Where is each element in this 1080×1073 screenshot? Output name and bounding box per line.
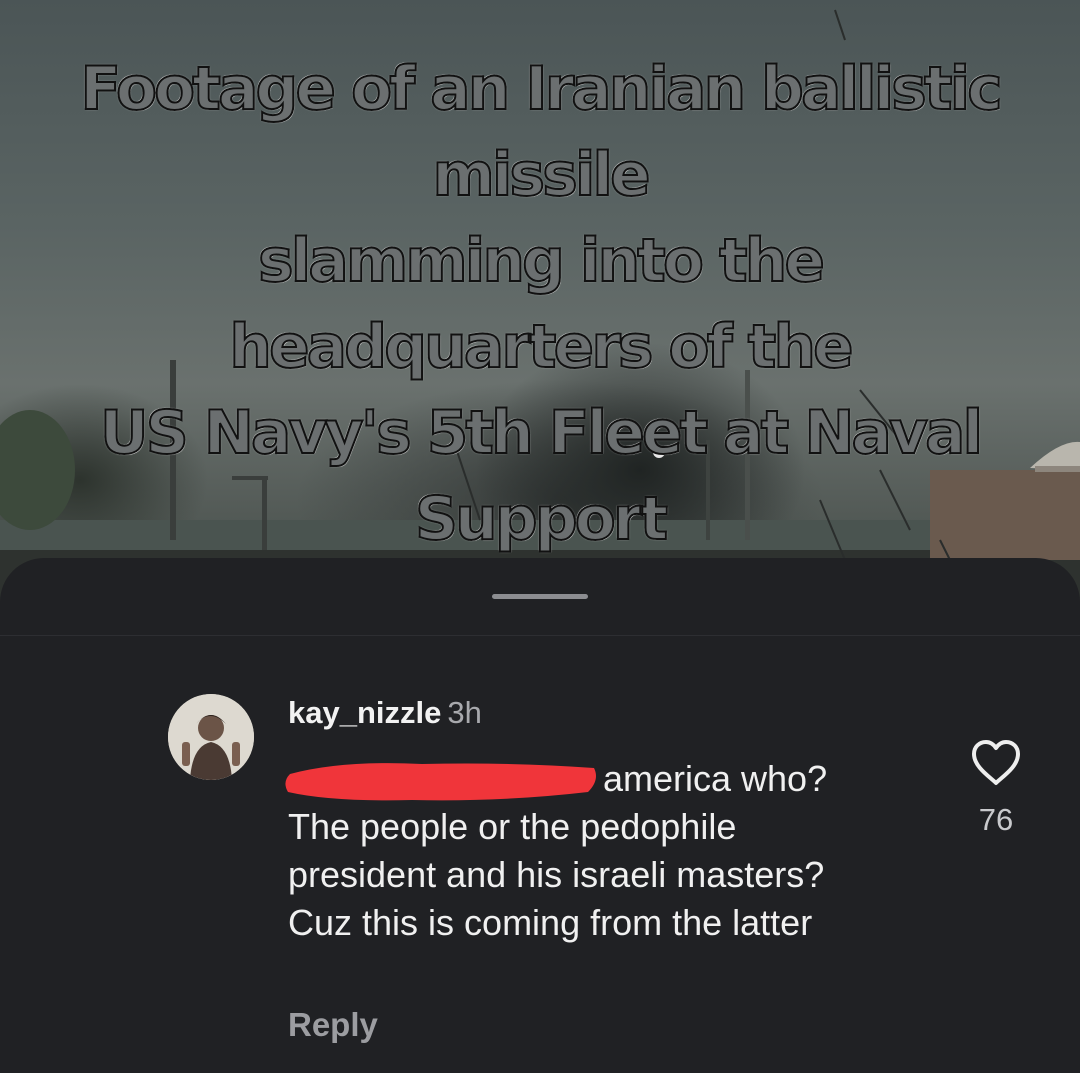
video-frame[interactable]: Footage of an Iranian ballistic missile … (0, 0, 1080, 640)
heart-outline-icon[interactable] (970, 739, 1022, 787)
avatar[interactable] (168, 694, 254, 780)
comment-body: america who? The people or the pedophile… (288, 755, 888, 947)
reply-button[interactable]: Reply (288, 1006, 378, 1044)
sheet-divider (0, 635, 1080, 636)
comment-text-line1: america who? (603, 758, 828, 799)
comment-text-rest: The people or the pedophile president an… (288, 806, 825, 943)
comment-header: kay_nizzle 3h (288, 695, 482, 731)
comment-username[interactable]: kay_nizzle (288, 695, 441, 730)
comments-sheet: kay_nizzle 3h america who? The people or … (0, 558, 1080, 1073)
video-caption: Footage of an Iranian ballistic missile … (79, 53, 1003, 640)
comment-time: 3h (447, 695, 482, 730)
like-count: 76 (978, 802, 1014, 837)
drag-handle[interactable] (492, 594, 588, 599)
